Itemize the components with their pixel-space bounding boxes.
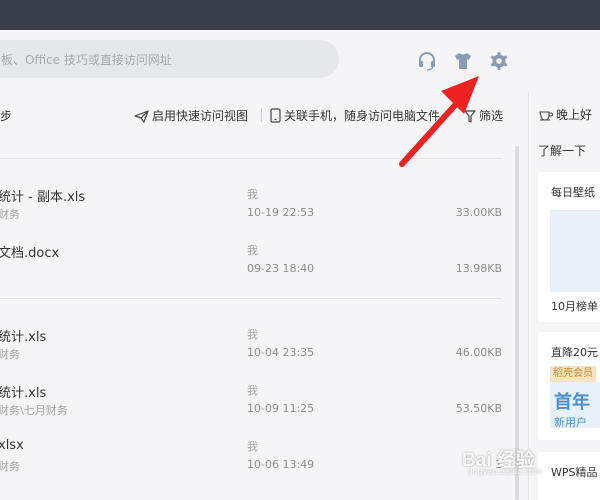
file-time: 10-04 23:35 — [247, 346, 315, 359]
file-size: 13.98KB — [455, 262, 502, 275]
link-phone-button[interactable]: 关联手机，随身访问电脑文件 — [270, 107, 452, 124]
phone-icon — [270, 108, 281, 123]
send-icon — [134, 110, 149, 123]
file-name: 统计.xls — [0, 330, 47, 345]
file-owner: 我 — [247, 384, 258, 397]
file-time: 09-23 18:40 — [247, 262, 315, 275]
card-title: 每日壁纸 — [551, 186, 595, 199]
baidu-watermark: Bai 经验 jingyan.baidu.com — [462, 441, 582, 477]
file-owner: 我 — [247, 440, 258, 453]
file-row[interactable]: 统计.xls 财务\七月财务 我 10-09 11:25 53.50KB — [0, 382, 505, 432]
file-name: 统计.xls — [0, 386, 47, 401]
file-owner: 我 — [247, 244, 258, 257]
group-divider — [0, 158, 502, 159]
toolbar-divider — [261, 108, 262, 122]
promo-subline: 新用户 — [554, 416, 587, 429]
file-list-panel: 步 启用快速访问视图 关联手机，随身访问电脑文件 筛选 统计 - 副本.xls … — [0, 92, 528, 500]
file-path: 财务 — [0, 460, 20, 473]
coffee-icon — [539, 111, 553, 121]
file-owner: 我 — [247, 328, 258, 341]
promo-headline: 首年 — [554, 392, 590, 413]
file-path: 财务\七月财务 — [0, 404, 68, 417]
window-titlebar — [0, 0, 600, 30]
group-divider — [0, 298, 502, 299]
card-caption: 10月榜单 — [551, 300, 598, 313]
card-title: 直降20元 — [551, 346, 598, 359]
quick-view-label: 启用快速访问视图 — [152, 109, 249, 123]
file-row[interactable]: 文档.docx 我 09-23 18:40 13.98KB — [0, 242, 505, 292]
file-path: 财务 — [0, 208, 20, 221]
right-sidebar: 晚上好 了解一下 每日壁纸 10月榜单 直降20元 稻壳会员 首年 新用户 WP… — [528, 92, 600, 500]
top-bar: 板、Office 技巧或直接访问网址 — [0, 30, 600, 92]
file-name: 文档.docx — [0, 246, 60, 261]
file-owner: 我 — [247, 188, 258, 201]
skin-icon[interactable] — [452, 50, 474, 72]
file-path: 财务 — [0, 348, 20, 361]
file-name: xlsx — [0, 438, 24, 453]
file-row[interactable]: 统计 - 副本.xls 财务 我 10-19 22:53 33.00KB — [0, 186, 505, 236]
watermark-subtext: jingyan.baidu.com — [468, 467, 542, 476]
file-time: 10-06 13:49 — [247, 458, 315, 471]
filter-label: 筛选 — [479, 109, 504, 123]
search-placeholder: 板、Office 技巧或直接访问网址 — [1, 53, 172, 67]
gear-icon[interactable] — [488, 50, 510, 72]
wallpaper-card[interactable]: 每日壁纸 10月榜单 — [538, 172, 600, 322]
file-row[interactable]: 统计.xls 财务 我 10-04 23:35 46.00KB — [0, 326, 505, 376]
file-size: 33.00KB — [455, 206, 502, 219]
link-phone-label: 关联手机，随身访问电脑文件 — [284, 109, 441, 123]
member-badge: 稻壳会员 — [550, 366, 596, 382]
file-size: 53.50KB — [455, 402, 502, 415]
headset-icon[interactable] — [416, 50, 438, 72]
wallpaper-thumbnail — [550, 210, 600, 292]
file-time: 10-09 11:25 — [247, 402, 315, 415]
greeting: 晚上好 — [539, 106, 592, 123]
list-toolbar: 步 启用快速访问视图 关联手机，随身访问电脑文件 筛选 — [0, 92, 528, 138]
filter-button[interactable]: 筛选 — [464, 107, 503, 124]
quick-view-button[interactable]: 启用快速访问视图 — [134, 107, 248, 124]
file-size: 46.00KB — [455, 346, 502, 359]
learn-more-heading: 了解一下 — [538, 144, 587, 158]
file-row[interactable]: xlsx 财务 我 10-06 13:49 1 — [0, 438, 505, 488]
greeting-text: 晚上好 — [556, 108, 593, 122]
promo-card[interactable]: 直降20元 稻壳会员 首年 新用户 — [538, 332, 600, 440]
step-label: 步 — [0, 109, 13, 123]
funnel-icon — [464, 110, 476, 123]
search-input[interactable]: 板、Office 技巧或直接访问网址 — [0, 40, 339, 78]
file-name: 统计 - 副本.xls — [0, 190, 86, 205]
file-time: 10-19 22:53 — [247, 206, 315, 219]
